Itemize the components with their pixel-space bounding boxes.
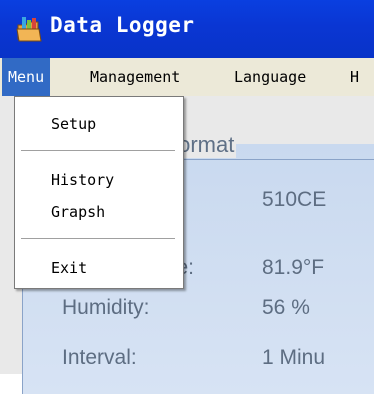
row-label-humidity: Humidity:: [62, 296, 150, 319]
menu-bar: Menu Management Language H: [0, 58, 374, 97]
folder-chart-icon: [16, 17, 42, 42]
row-value-id: 510CE: [262, 188, 327, 211]
menu-menu[interactable]: Menu: [2, 58, 51, 96]
row-value-temperature: 81.9°F: [262, 256, 325, 279]
dropdown-item-history[interactable]: History: [51, 171, 114, 189]
dropdown-item-setup[interactable]: Setup: [51, 115, 96, 133]
dropdown-item-graph[interactable]: Grapsh: [51, 203, 105, 221]
menu-language[interactable]: Language: [228, 58, 312, 96]
row-label-interval: Interval:: [62, 346, 137, 369]
dropdown-item-exit[interactable]: Exit: [51, 259, 87, 277]
window-title: Data Logger: [50, 13, 195, 37]
menu-management[interactable]: Management: [84, 58, 186, 96]
title-bar: Data Logger: [0, 0, 374, 58]
menu-dropdown: Setup History Grapsh Exit: [14, 96, 184, 289]
row-value-interval: 1 Minu: [262, 346, 326, 369]
menu-help[interactable]: H: [344, 58, 365, 96]
dropdown-separator: [21, 238, 175, 240]
row-value-humidity: 56 %: [262, 296, 310, 319]
dropdown-separator: [21, 150, 175, 152]
